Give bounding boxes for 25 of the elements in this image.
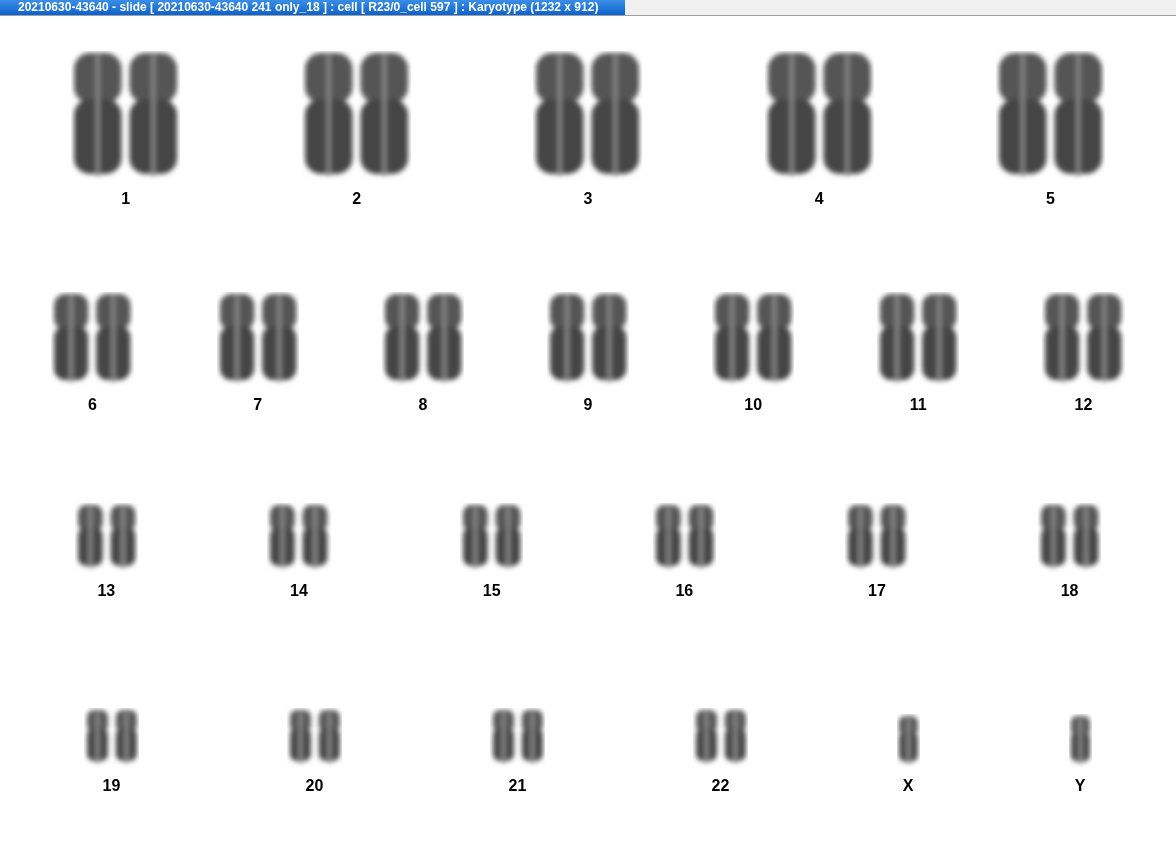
chromosome-number-label: 18 [1060, 582, 1079, 600]
chromosome-number-label: 16 [675, 582, 694, 600]
chromosome-number-label: 1 [121, 190, 131, 208]
chromosome-number-label: 3 [583, 190, 593, 208]
chromosome-number-label: 9 [583, 396, 593, 414]
window-title: 20210630-43640 - slide [ 20210630-43640 241 only_18 ] : cell [ R23/0_cell 597 ] : Karyotype (1232 x 912) [0, 0, 625, 15]
chromosome-number-label: 20 [305, 777, 324, 795]
chromosome-number-label: 21 [508, 777, 527, 795]
chromosome-number-label: 17 [868, 582, 886, 600]
chromosome-number-label: 12 [1074, 396, 1093, 414]
chromosome-number-label: 22 [711, 777, 730, 795]
chromosome-number-label: Y [1074, 777, 1086, 795]
chromosome-number-label: 14 [290, 582, 308, 600]
chromosome-number-label: 15 [482, 582, 501, 600]
chromosome-number-label: 5 [1045, 190, 1055, 208]
chromosome-number-label: 8 [418, 396, 428, 414]
chromosome-number-label: 19 [102, 777, 121, 795]
chromosome-number-label: 13 [97, 582, 116, 600]
chromosome-number-label: 6 [88, 396, 97, 414]
chromosome-number-label: 10 [744, 396, 763, 414]
chromosome-number-label: 2 [352, 190, 362, 208]
chromosome-number-label: 4 [814, 190, 824, 208]
chromosome-number-label: 7 [253, 396, 263, 414]
chromosome-number-label: X [902, 777, 914, 795]
chromosome-number-label: 11 [909, 396, 927, 414]
